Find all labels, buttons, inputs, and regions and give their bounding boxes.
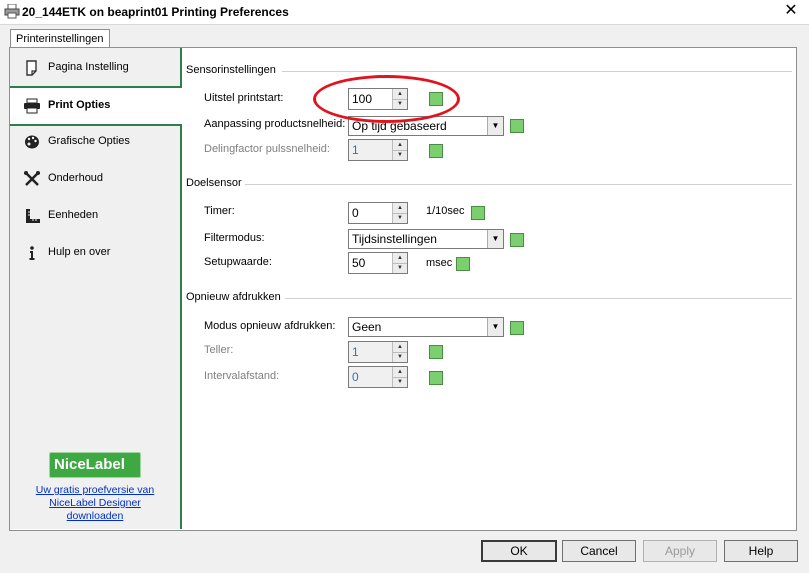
sidebar-item-label: Eenheden — [48, 209, 99, 221]
stepper-value: 1 — [352, 345, 359, 359]
group-divider — [245, 184, 792, 185]
pulse-divider-label: Delingfactor pulssnelheid: — [204, 143, 330, 155]
product-speed-label: Aanpassing productsnelheid: — [204, 118, 346, 130]
timer-unit: 1/10sec — [426, 205, 465, 217]
stepper-down-button[interactable]: ▼ — [393, 213, 407, 223]
group-divider — [285, 298, 792, 299]
window-title: 20_144ETK on beaprint01 Printing Prefere… — [22, 5, 289, 19]
printer-icon — [4, 4, 20, 19]
status-indicator — [471, 206, 485, 220]
stepper-down-button[interactable]: ▼ — [393, 263, 407, 273]
stepper-down-button[interactable]: ▼ — [393, 377, 407, 387]
status-indicator — [456, 257, 470, 271]
stepper-value: 1 — [352, 143, 359, 157]
interval-distance-label: Intervalafstand: — [204, 370, 280, 382]
sidebar-item-label: Hulp en over — [48, 246, 111, 258]
group-header-sensor: Sensorinstellingen — [186, 64, 276, 76]
reprint-mode-label: Modus opnieuw afdrukken: — [204, 320, 336, 332]
sidebar-item-grafische-opties[interactable]: Grafische Opties — [10, 124, 180, 160]
stepper-value: 0 — [352, 370, 359, 384]
reprint-mode-select[interactable]: Geen ▼ — [348, 317, 504, 337]
counter-label: Teller: — [204, 344, 234, 356]
sidebar-item-label: Onderhoud — [48, 172, 104, 184]
sidebar-item-onderhoud[interactable]: Onderhoud — [10, 161, 180, 197]
printer-icon — [24, 98, 40, 114]
status-indicator — [510, 119, 524, 133]
filter-mode-label: Filtermodus: — [204, 232, 265, 244]
status-indicator — [429, 144, 443, 158]
palette-icon — [25, 135, 39, 149]
counter-stepper[interactable]: 1 ▲ ▼ — [348, 341, 408, 363]
status-indicator — [510, 321, 524, 335]
red-highlight-ellipse — [313, 75, 460, 123]
page-icon — [26, 60, 37, 76]
sidebar-item-print-opties[interactable]: Print Opties — [10, 86, 182, 126]
print-start-delay-label: Uitstel printstart: — [204, 92, 284, 104]
tab-printerinstellingen[interactable]: Printerinstellingen — [10, 29, 110, 48]
apply-button[interactable]: Apply — [643, 540, 717, 562]
group-divider — [282, 71, 792, 72]
sidebar-item-label: Pagina Instelling — [48, 61, 129, 73]
sidebar-item-eenheden[interactable]: Eenheden — [10, 198, 180, 234]
sidebar-item-hulp-en-over[interactable]: Hulp en over — [10, 235, 180, 271]
status-indicator — [429, 371, 443, 385]
chevron-down-icon[interactable]: ▼ — [487, 318, 503, 336]
filter-mode-select[interactable]: Tijdsinstellingen ▼ — [348, 229, 504, 249]
chevron-down-icon[interactable]: ▼ — [487, 117, 503, 135]
chevron-down-icon[interactable]: ▼ — [487, 230, 503, 248]
help-button[interactable]: Help — [724, 540, 798, 562]
setup-value-label: Setupwaarde: — [204, 256, 272, 268]
trial-download-link[interactable]: Uw gratis proefversie van NiceLabel Desi… — [30, 484, 160, 523]
stepper-down-button[interactable]: ▼ — [393, 150, 407, 160]
interval-distance-stepper[interactable]: 0 ▲ ▼ — [348, 366, 408, 388]
timer-label: Timer: — [204, 205, 235, 217]
timer-stepper[interactable]: 0 ▲ ▼ — [348, 202, 408, 224]
group-header-reprint: Opnieuw afdrukken — [186, 291, 281, 303]
setup-value-stepper[interactable]: 50 ▲ ▼ — [348, 252, 408, 274]
select-value: Tijdsinstellingen — [352, 232, 437, 246]
pulse-divider-stepper[interactable]: 1 ▲ ▼ — [348, 139, 408, 161]
ok-button[interactable]: OK — [481, 540, 557, 562]
logo-text: NiceLabel — [54, 456, 125, 473]
group-header-target: Doelsensor — [186, 177, 242, 189]
cancel-button[interactable]: Cancel — [562, 540, 636, 562]
stepper-down-button[interactable]: ▼ — [393, 352, 407, 362]
sidebar-item-pagina-instelling[interactable]: Pagina Instelling — [10, 50, 180, 86]
stepper-value: 0 — [352, 206, 359, 220]
nicelabel-logo: NiceLabel — [49, 452, 141, 478]
tools-icon — [24, 171, 40, 186]
title-bar: 20_144ETK on beaprint01 Printing Prefere… — [0, 0, 809, 25]
sidebar-item-label: Grafische Opties — [48, 135, 130, 147]
ruler-icon — [26, 209, 40, 223]
info-icon — [29, 246, 35, 260]
close-button[interactable]: ✕ — [775, 1, 807, 21]
stepper-value: 50 — [352, 256, 366, 270]
status-indicator — [510, 233, 524, 247]
setup-unit: msec — [426, 257, 453, 269]
sidebar-item-label: Print Opties — [48, 99, 111, 111]
status-indicator — [429, 345, 443, 359]
tab-label: Printerinstellingen — [16, 33, 104, 45]
select-value: Geen — [352, 320, 382, 334]
